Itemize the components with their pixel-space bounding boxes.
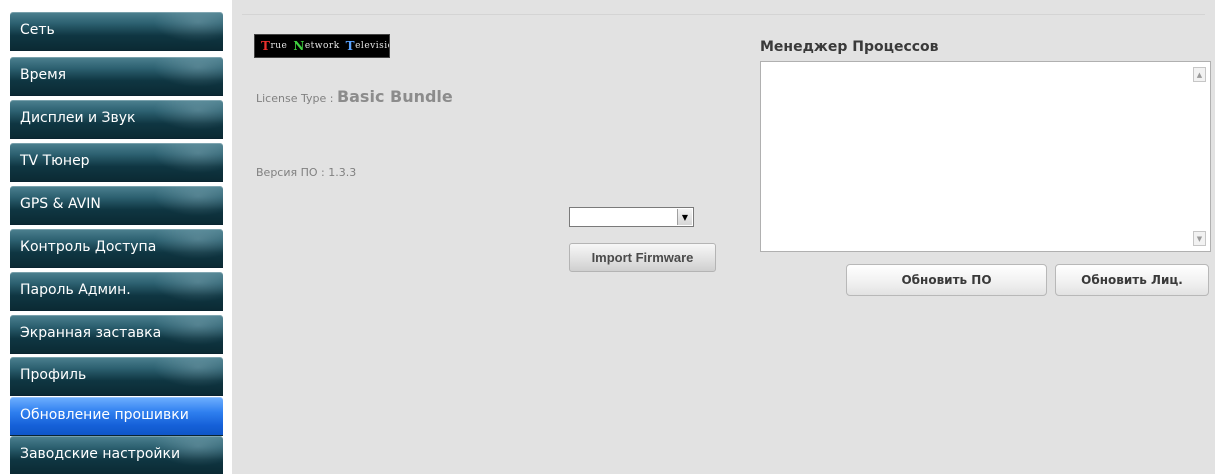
sidebar-item-network[interactable]: Сеть (10, 12, 223, 50)
sidebar-item-admin-password[interactable]: Пароль Админ. (10, 272, 223, 310)
license-value: Basic Bundle (336, 87, 453, 106)
brand-logo: True Network Television (254, 34, 390, 58)
update-firmware-button[interactable]: Обновить ПО (846, 264, 1047, 296)
sidebar-item-profile[interactable]: Профиль (10, 357, 223, 395)
license-label: License Type : (256, 92, 334, 105)
sidebar-item-label: Время (20, 67, 67, 83)
sidebar-item-access-control[interactable]: Контроль Доступа (10, 229, 223, 267)
process-manager-title: Менеджер Процессов (760, 39, 939, 55)
sidebar-item-label: Экранная заставка (20, 325, 162, 341)
import-firmware-button[interactable]: Import Firmware (569, 243, 716, 272)
sidebar-item-tv-tuner[interactable]: TV Тюнер (10, 143, 223, 181)
sidebar-item-time[interactable]: Время (10, 57, 223, 95)
scroll-down-icon[interactable]: ▼ (1193, 231, 1206, 246)
sidebar-item-label: Дисплеи и Звук (20, 110, 136, 126)
main-panel: True Network Television License Type : B… (232, 0, 1215, 474)
sidebar-item-label: Обновление прошивки (20, 407, 189, 423)
process-manager-textarea[interactable]: ▲ ▼ (760, 61, 1211, 252)
sidebar-item-label: Сеть (20, 22, 55, 38)
sidebar-item-factory-settings[interactable]: Заводские настройки (10, 436, 223, 474)
license-type: License Type : Basic Bundle (256, 87, 453, 106)
sidebar-item-label: Пароль Админ. (20, 282, 131, 298)
chevron-down-icon[interactable]: ▼ (677, 209, 692, 225)
sidebar-item-label: Заводские настройки (20, 446, 181, 462)
sidebar-item-label: Профиль (20, 367, 87, 383)
sidebar-item-gps-avin[interactable]: GPS & AVIN (10, 186, 223, 224)
divider (242, 14, 1205, 15)
sidebar-item-firmware-update[interactable]: Обновление прошивки (10, 397, 223, 435)
firmware-version: Версия ПО : 1.3.3 (256, 166, 357, 179)
sidebar-item-label: GPS & AVIN (20, 196, 101, 212)
scroll-up-icon[interactable]: ▲ (1193, 67, 1206, 82)
update-license-button[interactable]: Обновить Лиц. (1055, 264, 1209, 296)
sidebar-item-display-sound[interactable]: Дисплеи и Звук (10, 100, 223, 138)
sidebar-item-label: TV Тюнер (20, 153, 90, 169)
sidebar-item-label: Контроль Доступа (20, 239, 157, 255)
sidebar-item-screensaver[interactable]: Экранная заставка (10, 315, 223, 353)
firmware-select[interactable]: ▼ (569, 207, 694, 227)
sidebar: Сеть Время Дисплеи и Звук TV Тюнер GPS &… (0, 0, 232, 474)
